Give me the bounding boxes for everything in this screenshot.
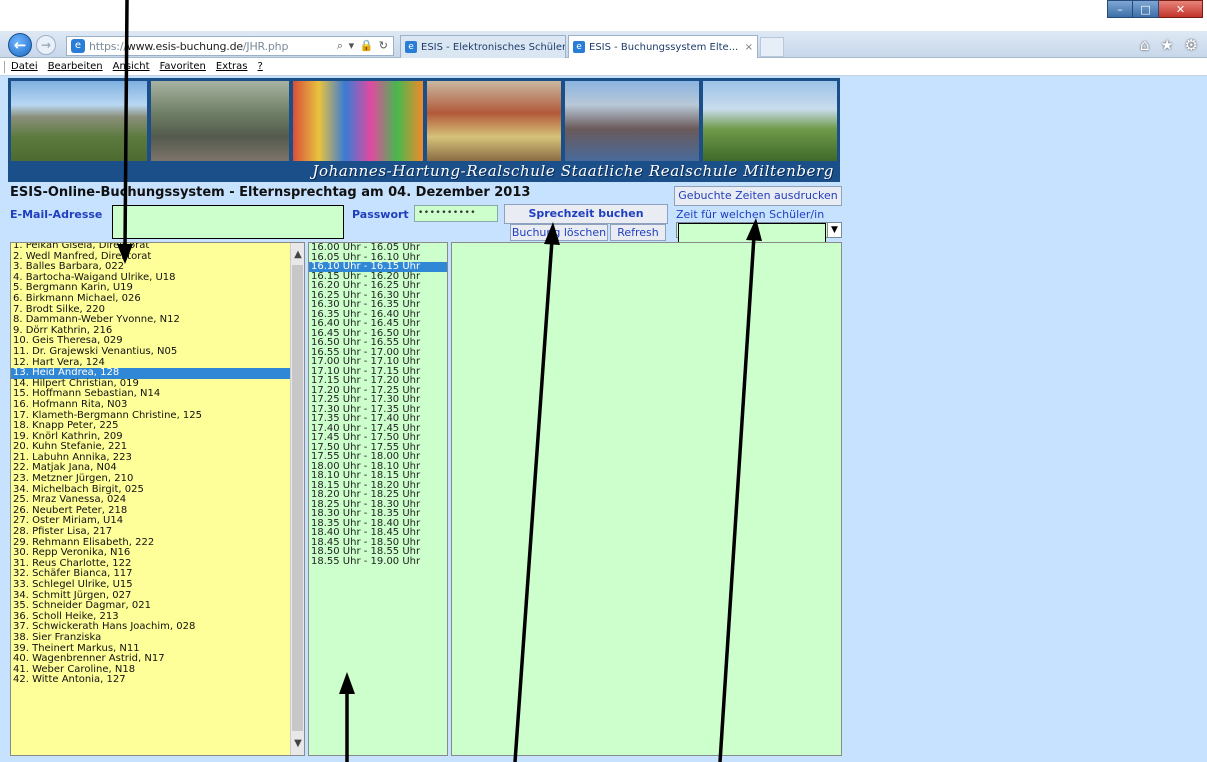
menu-favoriten[interactable]: Favoriten <box>160 61 206 72</box>
tab-esis-buchungssystem[interactable]: e ESIS - Buchungssystem Elte... × <box>568 35 758 58</box>
book-appointment-button[interactable]: Sprechzeit buchen <box>504 204 668 224</box>
school-photo-3 <box>293 81 423 161</box>
browser-nav-row: ← → e https://www.esis-buchung.de/JHR.ph… <box>0 31 1207 58</box>
teacher-list-item[interactable]: 38. Sier Franziska <box>11 632 291 644</box>
chevron-down-icon[interactable]: ▼ <box>827 223 841 237</box>
school-photo-4 <box>427 81 561 161</box>
school-banner: Johannes-Hartung-Realschule Staatliche R… <box>8 78 840 182</box>
menu-extras[interactable]: Extras <box>216 61 248 72</box>
close-window-button[interactable]: ✕ <box>1159 0 1203 18</box>
address-bar[interactable]: e https://www.esis-buchung.de/JHR.php ⌕ … <box>66 36 394 56</box>
teacher-list-items: 1. Pelkan Gisela, Direktorat 2. Wedl Manf… <box>11 243 291 686</box>
new-tab-button[interactable] <box>760 37 784 57</box>
tab-page-icon: e <box>405 41 417 53</box>
print-booked-times-button[interactable]: Gebuchte Zeiten ausdrucken <box>674 186 842 206</box>
minimize-button[interactable]: – <box>1107 0 1133 18</box>
menu-help[interactable]: ? <box>258 61 263 72</box>
scroll-up-icon[interactable]: ▲ <box>291 249 304 260</box>
maximize-button[interactable]: □ <box>1133 0 1159 18</box>
email-label: E-Mail-Adresse <box>10 208 103 221</box>
menu-ansicht[interactable]: Ansicht <box>113 61 150 72</box>
tab-title: ESIS - Elektronisches Schüler In... <box>421 41 566 53</box>
menu-grip <box>4 60 5 73</box>
teacher-list-item[interactable]: 11. Dr. Grajewski Venantius, N05 <box>11 346 291 358</box>
email-field[interactable] <box>112 205 344 239</box>
password-label: Passwort <box>352 208 409 221</box>
teacher-list[interactable]: 1. Pelkan Gisela, Direktorat 2. Wedl Manf… <box>10 242 305 756</box>
school-photo-2 <box>151 81 289 161</box>
booking-page: Johannes-Hartung-Realschule Staatliche R… <box>8 78 844 758</box>
forward-button[interactable]: → <box>36 35 56 55</box>
student-select-label: Zeit für welchen Schüler/in <box>676 208 825 221</box>
close-tab-icon[interactable]: × <box>745 42 753 53</box>
tab-esis-elektronisches[interactable]: e ESIS - Elektronisches Schüler In... <box>400 35 566 58</box>
school-photo-6 <box>703 81 837 161</box>
teacher-list-item[interactable]: 6. Birkmann Michael, 026 <box>11 293 291 305</box>
menu-bar: Datei Bearbeiten Ansicht Favoriten Extra… <box>0 58 1207 76</box>
banner-title: Johannes-Hartung-Realschule Staatliche R… <box>312 162 834 180</box>
school-photo-5 <box>565 81 699 161</box>
menu-datei[interactable]: Datei <box>11 61 38 72</box>
tab-page-icon: e <box>573 41 585 53</box>
time-slot-list[interactable]: 16.00 Uhr - 16.05 Uhr 16.05 Uhr - 16.10 U… <box>308 242 448 756</box>
address-url: https://www.esis-buchung.de/JHR.php <box>89 39 289 53</box>
delete-booking-button[interactable]: Buchung löschen <box>510 224 608 241</box>
refresh-button[interactable]: Refresh <box>610 224 666 241</box>
scroll-thumb[interactable] <box>292 265 303 731</box>
page-icon: e <box>71 39 85 53</box>
booking-results-area <box>451 242 842 756</box>
window-controls: – □ ✕ <box>1107 0 1203 18</box>
teacher-list-scrollbar[interactable]: ▲ ▼ <box>290 243 304 755</box>
home-favorites-settings-icons[interactable]: ⌂ ★ ⚙ <box>1140 36 1201 54</box>
menu-bearbeiten[interactable]: Bearbeiten <box>48 61 103 72</box>
tab-title: ESIS - Buchungssystem Elte... <box>589 41 739 53</box>
teacher-list-item[interactable]: 16. Hofmann Rita, N03 <box>11 399 291 411</box>
time-slot-item[interactable]: 18.55 Uhr - 19.00 Uhr <box>309 556 447 567</box>
teacher-list-item[interactable]: 33. Schlegel Ulrike, U15 <box>11 579 291 591</box>
page-title: ESIS-Online-Buchungssystem - Elternsprec… <box>10 185 531 200</box>
password-field[interactable]: •••••••••• <box>414 205 498 222</box>
school-photo-1 <box>11 81 147 161</box>
teacher-list-item[interactable]: 42. Witte Antonia, 127 <box>11 675 291 686</box>
address-tools-icons[interactable]: ⌕ ▾ 🔒 ↻ <box>337 39 389 53</box>
back-button[interactable]: ← <box>8 33 32 57</box>
scroll-down-icon[interactable]: ▼ <box>291 738 304 749</box>
